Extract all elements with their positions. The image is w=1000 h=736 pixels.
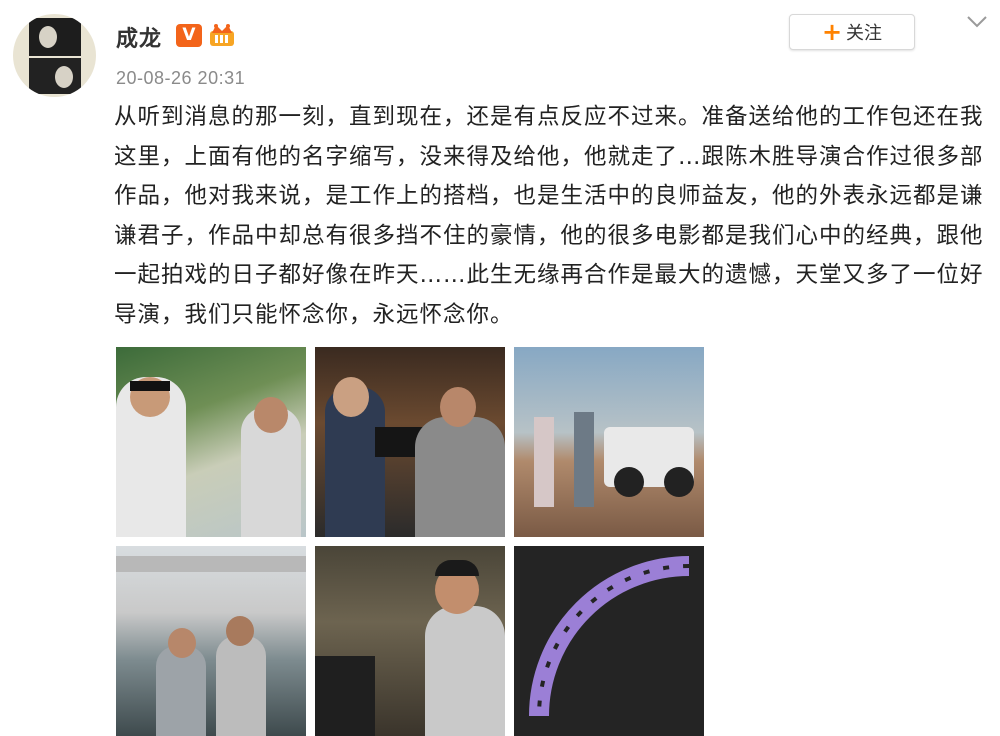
username[interactable]: 成龙 [116,21,162,53]
photo-1[interactable] [116,347,306,537]
photo-6[interactable] [514,546,704,736]
photo-2[interactable] [315,347,505,537]
photo-3[interactable] [514,347,704,537]
post-text: 从听到消息的那一刻，直到现在，还是有点反应不过来。准备送给他的工作包还在我这里，… [114,104,984,328]
avatar-photo-bottom [29,58,81,94]
photo-4[interactable] [116,546,306,736]
chevron-down-icon[interactable] [966,14,988,30]
photo-5[interactable] [315,546,505,736]
plus-icon: + [821,18,843,46]
follow-button[interactable]: + 关注 [789,14,915,50]
avatar[interactable] [13,14,96,97]
vip-crown-icon [210,24,234,46]
follow-label: 关注 [846,23,883,44]
verified-v-icon: V [176,24,202,47]
post-timestamp[interactable]: 20-08-26 20:31 [116,68,245,89]
avatar-photo-top [29,18,81,56]
